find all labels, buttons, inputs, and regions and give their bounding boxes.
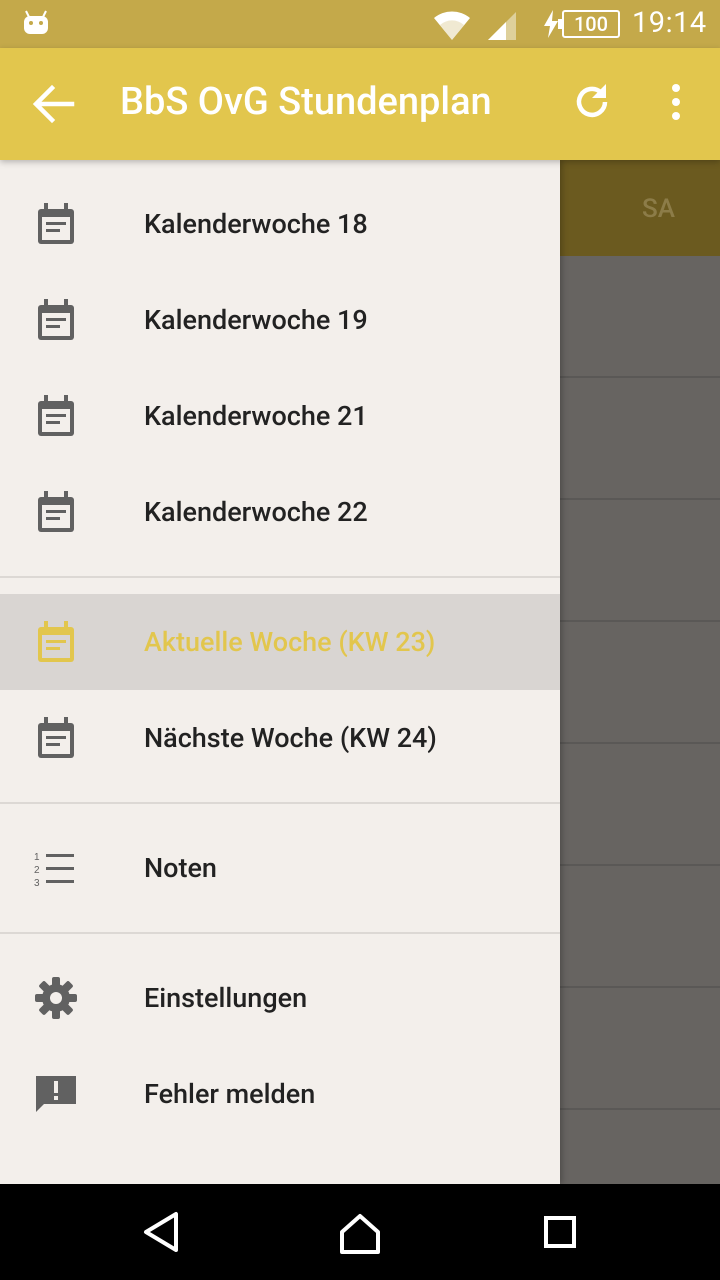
android-notification-icon bbox=[24, 10, 48, 34]
row-divider bbox=[560, 1108, 720, 1110]
calendar-icon bbox=[38, 299, 74, 340]
row-divider bbox=[560, 498, 720, 500]
calendar-icon bbox=[38, 621, 74, 662]
nav-home-icon[interactable] bbox=[332, 1204, 388, 1260]
drawer-item-current-week[interactable]: Aktuelle Woche (KW 23) bbox=[0, 594, 560, 690]
drawer-item-label: Kalenderwoche 18 bbox=[144, 208, 368, 240]
row-divider bbox=[560, 742, 720, 744]
day-label: SA bbox=[642, 194, 675, 224]
drawer-divider bbox=[0, 802, 560, 804]
app-bar: BbS OvG Stundenplan bbox=[0, 48, 720, 160]
drawer-divider bbox=[0, 576, 560, 578]
clock: 19:14 bbox=[632, 6, 707, 40]
drawer-item-kw22[interactable]: Kalenderwoche 22 bbox=[0, 464, 560, 560]
svg-text:1: 1 bbox=[34, 852, 40, 863]
overflow-menu-icon[interactable] bbox=[660, 78, 692, 126]
drawer-item-label: Fehler melden bbox=[144, 1078, 316, 1110]
calendar-icon bbox=[38, 717, 74, 758]
status-bar: 100 19:14 bbox=[0, 0, 720, 48]
navigation-drawer: Kalenderwoche 18 Kalenderwoche 19 Kalend… bbox=[0, 160, 560, 1184]
calendar-icon bbox=[38, 395, 74, 436]
drawer-item-label: Nächste Woche (KW 24) bbox=[144, 722, 437, 754]
drawer-item-label: Einstellungen bbox=[144, 982, 308, 1014]
drawer-item-next-week[interactable]: Nächste Woche (KW 24) bbox=[0, 690, 560, 786]
row-divider bbox=[560, 864, 720, 866]
timetable-background[interactable]: SA bbox=[560, 160, 720, 1184]
drawer-item-report-bug[interactable]: Fehler melden bbox=[0, 1046, 560, 1142]
page-title: BbS OvG Stundenplan bbox=[120, 80, 492, 124]
refresh-icon[interactable] bbox=[568, 78, 616, 126]
drawer-item-label: Kalenderwoche 21 bbox=[144, 400, 368, 432]
day-header: SA bbox=[560, 160, 720, 256]
drawer-item-kw21[interactable]: Kalenderwoche 21 bbox=[0, 368, 560, 464]
cell-signal-icon bbox=[488, 12, 516, 40]
numbered-list-icon: 1 2 3 bbox=[34, 852, 74, 889]
calendar-icon bbox=[38, 491, 74, 532]
system-nav-bar bbox=[0, 1184, 720, 1280]
drawer-item-grades[interactable]: 1 2 3 Noten bbox=[0, 820, 560, 916]
drawer-item-label: Aktuelle Woche (KW 23) bbox=[144, 626, 436, 658]
drawer-item-label: Kalenderwoche 22 bbox=[144, 496, 368, 528]
drawer-item-label: Noten bbox=[144, 852, 217, 884]
svg-text:2: 2 bbox=[34, 865, 40, 876]
calendar-icon bbox=[38, 203, 74, 244]
drawer-item-kw19[interactable]: Kalenderwoche 19 bbox=[0, 272, 560, 368]
drawer-item-label: Kalenderwoche 19 bbox=[144, 304, 368, 336]
battery-level: 100 bbox=[558, 10, 620, 38]
row-divider bbox=[560, 376, 720, 378]
feedback-icon bbox=[36, 1076, 76, 1112]
drawer-divider bbox=[0, 932, 560, 934]
drawer-item-kw18[interactable]: Kalenderwoche 18 bbox=[0, 176, 560, 272]
gear-icon bbox=[35, 977, 77, 1019]
nav-back-icon[interactable] bbox=[132, 1204, 188, 1260]
drawer-item-settings[interactable]: Einstellungen bbox=[0, 950, 560, 1046]
nav-recents-icon[interactable] bbox=[532, 1204, 588, 1260]
svg-text:3: 3 bbox=[34, 878, 40, 889]
back-arrow-icon[interactable] bbox=[30, 82, 78, 126]
wifi-icon bbox=[434, 11, 470, 40]
row-divider bbox=[560, 986, 720, 988]
row-divider bbox=[560, 620, 720, 622]
